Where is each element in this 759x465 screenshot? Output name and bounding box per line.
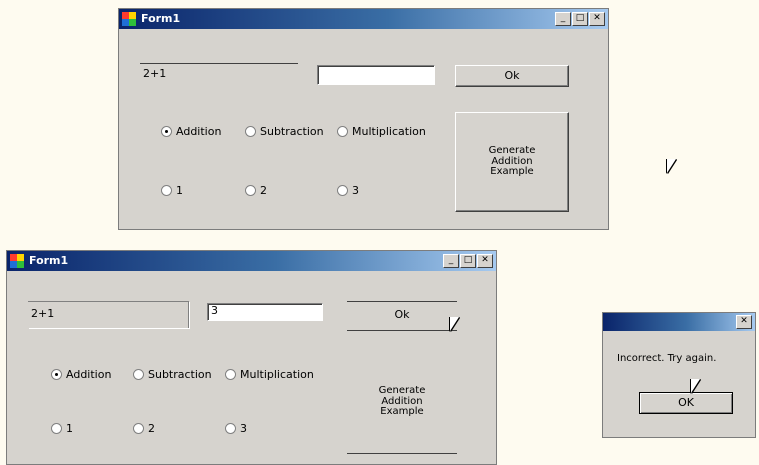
radio-multiplication[interactable]: Multiplication <box>225 368 314 381</box>
answer-input[interactable]: 3 <box>207 303 323 321</box>
maximize-icon[interactable]: □ <box>460 254 476 268</box>
app-icon <box>10 254 24 268</box>
radio-circle[interactable] <box>337 185 348 196</box>
dialog-message: Incorrect. Try again. <box>617 353 717 364</box>
radio-level-3[interactable]: 3 <box>337 184 359 197</box>
close-icon[interactable]: ✕ <box>589 12 605 26</box>
expression-label: 2+1 <box>31 307 55 320</box>
radio-circle[interactable] <box>161 126 172 137</box>
radio-subtraction[interactable]: Subtraction <box>133 368 212 381</box>
radio-circle[interactable] <box>245 185 256 196</box>
expression-display <box>140 63 298 64</box>
window-form1-bottom: Form1 _ □ ✕ 2+1 3 Ok Addition Subtractio… <box>6 250 497 465</box>
radio-label: Addition <box>176 125 222 138</box>
radio-label: 3 <box>352 184 359 197</box>
radio-level-3[interactable]: 3 <box>225 422 247 435</box>
message-dialog: ✕ Incorrect. Try again. OK <box>602 312 756 438</box>
radio-label: 1 <box>66 422 73 435</box>
window-form1-top: Form1 _ □ ✕ 2+1 Ok Addition Subtraction … <box>118 8 676 230</box>
radio-label: 1 <box>176 184 183 197</box>
radio-circle[interactable] <box>337 126 348 137</box>
radio-circle[interactable] <box>161 185 172 196</box>
radio-circle[interactable] <box>133 369 144 380</box>
generate-example-button[interactable]: Generate Addition Example <box>347 351 457 454</box>
window-title: Form1 <box>141 12 181 25</box>
dialog-ok-label: OK <box>678 396 694 409</box>
generate-button-label: Generate Addition Example <box>378 385 426 418</box>
radio-label: Multiplication <box>240 368 314 381</box>
radio-circle[interactable] <box>51 423 62 434</box>
title-bar[interactable]: Form1 _ □ ✕ <box>7 251 496 271</box>
radio-addition[interactable]: Addition <box>51 368 111 381</box>
generate-button-label: Generate Addition Example <box>488 145 536 178</box>
mouse-cursor-icon <box>450 317 459 331</box>
radio-level-2[interactable]: 2 <box>133 422 155 435</box>
radio-label: 2 <box>148 422 155 435</box>
close-icon[interactable]: ✕ <box>736 315 752 329</box>
close-icon[interactable]: ✕ <box>477 254 493 268</box>
radio-circle[interactable] <box>225 369 236 380</box>
radio-level-1[interactable]: 1 <box>51 422 73 435</box>
mouse-cursor-icon <box>667 159 676 173</box>
minimize-icon[interactable]: _ <box>443 254 459 268</box>
radio-circle[interactable] <box>225 423 236 434</box>
answer-input[interactable] <box>317 65 435 85</box>
radio-label: 2 <box>260 184 267 197</box>
radio-label: 3 <box>240 422 247 435</box>
title-bar[interactable]: Form1 _ □ ✕ <box>119 9 608 29</box>
radio-level-1[interactable]: 1 <box>161 184 183 197</box>
mouse-cursor-icon <box>691 379 700 393</box>
ok-button-label: Ok <box>504 69 520 82</box>
generate-example-button[interactable]: Generate Addition Example <box>455 112 569 212</box>
ok-button[interactable]: Ok <box>455 65 569 87</box>
radio-circle[interactable] <box>133 423 144 434</box>
radio-label: Subtraction <box>260 125 324 138</box>
ok-button-label: Ok <box>394 308 410 321</box>
minimize-icon[interactable]: _ <box>555 12 571 26</box>
maximize-icon[interactable]: □ <box>572 12 588 26</box>
dialog-ok-button[interactable]: OK <box>639 392 733 414</box>
radio-label: Addition <box>66 368 112 381</box>
app-icon <box>122 12 136 26</box>
radio-circle[interactable] <box>51 369 62 380</box>
expression-label: 2+1 <box>143 67 167 80</box>
ok-button[interactable]: Ok <box>347 301 457 331</box>
radio-addition[interactable]: Addition <box>161 125 221 138</box>
radio-multiplication[interactable]: Multiplication <box>337 125 426 138</box>
window-title: Form1 <box>29 254 69 267</box>
radio-subtraction[interactable]: Subtraction <box>245 125 324 138</box>
radio-label: Subtraction <box>148 368 212 381</box>
title-bar[interactable]: ✕ <box>603 313 755 331</box>
radio-circle[interactable] <box>245 126 256 137</box>
radio-level-2[interactable]: 2 <box>245 184 267 197</box>
radio-label: Multiplication <box>352 125 426 138</box>
